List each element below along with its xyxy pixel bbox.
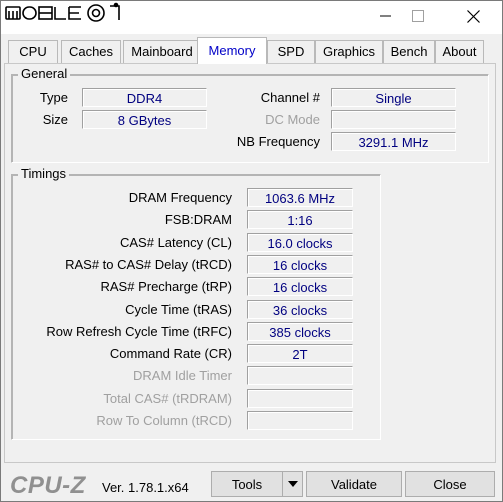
chevron-down-icon (288, 481, 298, 487)
minimize-icon (380, 15, 391, 17)
general-group: General Type DDR4 Size 8 GBytes Channel … (11, 66, 489, 163)
timing-label: FSB:DRAM (164, 212, 232, 228)
tab-memory[interactable]: Memory (197, 37, 267, 64)
dc-mode-value (331, 110, 456, 129)
size-value: 8 GBytes (82, 110, 207, 129)
timing-label: RAS# Precharge (tRP) (100, 279, 233, 295)
type-value: DDR4 (82, 88, 207, 107)
timing-value: 385 clocks (247, 321, 353, 341)
tab-graphics[interactable]: Graphics (315, 40, 383, 63)
tab-cpu[interactable]: CPU (8, 40, 58, 63)
close-icon (467, 10, 480, 23)
timings-group-title: Timings (18, 166, 70, 181)
nb-frequency-value: 3291.1 MHz (331, 132, 456, 151)
close-window-button[interactable] (450, 0, 496, 32)
timings-group: Timings DRAM Frequency 1063.6 MHz FSB:DRAM… (11, 166, 381, 440)
dc-mode-label: DC Mode (265, 112, 320, 127)
timing-label: Cycle Time (tRAS) (125, 301, 232, 317)
channel-value: Single (331, 88, 456, 107)
timing-value (247, 411, 353, 430)
maximize-button[interactable] (395, 0, 441, 32)
tab-spd[interactable]: SPD (267, 40, 315, 63)
timing-label: RAS# to CAS# Delay (tRCD) (65, 256, 232, 272)
general-group-title: General (18, 66, 71, 81)
brand-logo: CPU-Z (10, 472, 86, 499)
timing-label: Row To Column (tRCD) (96, 413, 232, 428)
timing-label: CAS# Latency (CL) (120, 234, 232, 250)
close-button[interactable]: Close (405, 471, 495, 497)
tab-mainboard[interactable]: Mainboard (123, 40, 201, 63)
timing-label: Row Refresh Cycle Time (tRFC) (46, 323, 232, 339)
timing-value: 1063.6 MHz (247, 188, 353, 207)
timing-value: 36 clocks (247, 299, 353, 319)
timing-label: DRAM Frequency (128, 190, 232, 205)
channel-label: Channel # (260, 90, 320, 105)
tab-bar: CPU Caches Mainboard Memory SPD Graphics… (8, 37, 498, 64)
timing-value: 16 clocks (247, 277, 353, 297)
timing-value: 2T (247, 344, 353, 364)
nb-frequency-label: NB Frequency (236, 134, 320, 149)
timing-value: 16 clocks (247, 254, 353, 274)
tools-button-label: Tools (231, 477, 263, 492)
timing-value: 1:16 (247, 210, 353, 230)
maximize-icon (412, 10, 424, 22)
timing-label: DRAM Idle Timer (133, 368, 232, 384)
tab-caches[interactable]: Caches (61, 40, 121, 63)
type-label: Type (39, 90, 68, 105)
validate-button[interactable]: Validate (306, 471, 402, 497)
timing-label: Command Rate (CR) (109, 346, 232, 362)
timing-label: Total CAS# (tRDRAM) (103, 390, 232, 406)
tools-dropdown-button[interactable] (282, 471, 303, 497)
app-logo-icon (5, 2, 120, 22)
title-bar (0, 0, 503, 34)
timing-value: 16.0 clocks (247, 232, 353, 252)
tab-about[interactable]: About (435, 40, 484, 63)
memory-panel: General Type DDR4 Size 8 GBytes Channel … (4, 63, 496, 463)
timing-value (247, 366, 353, 386)
size-label: Size (42, 112, 68, 127)
tab-bench[interactable]: Bench (383, 40, 435, 63)
version-label: Ver. 1.78.1.x64 (102, 480, 189, 495)
timing-value (247, 388, 353, 408)
footer-bar: CPU-Z Ver. 1.78.1.x64 Tools Validate Clo… (0, 466, 503, 502)
